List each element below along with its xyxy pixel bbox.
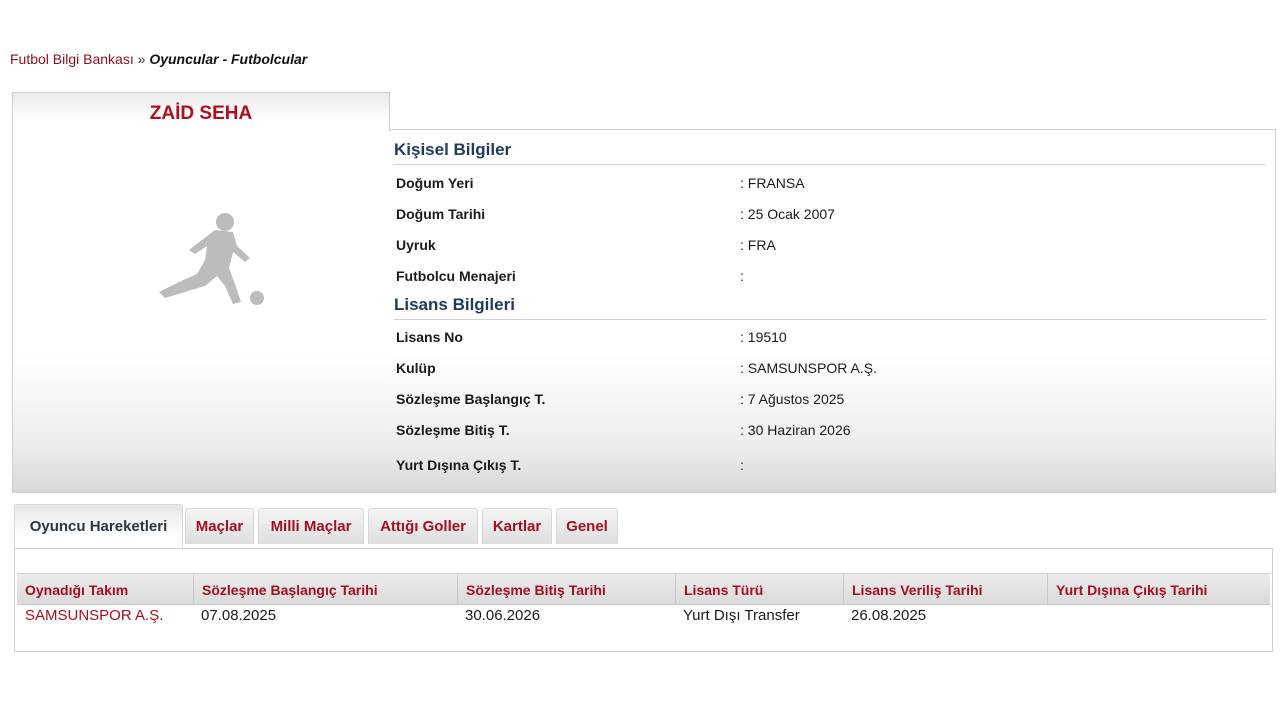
info-row-birthplace: Doğum Yeri : FRANSA: [396, 175, 1266, 195]
info-value: : FRA: [740, 237, 776, 253]
info-value: :: [740, 268, 744, 284]
info-row-contract-end: Sözleşme Bitiş T. : 30 Haziran 2026: [396, 422, 1266, 442]
personal-info-title: Kişisel Bilgiler: [394, 140, 1266, 165]
info-row-birthdate: Doğum Tarihi : 25 Ocak 2007: [396, 206, 1266, 226]
tab-matches[interactable]: Maçlar: [185, 508, 254, 544]
breadcrumb-separator: »: [137, 51, 146, 67]
info-value: : FRANSA: [740, 175, 805, 191]
player-name: ZAİD SEHA: [149, 103, 253, 124]
info-label: Doğum Tarihi: [396, 206, 486, 222]
info-label: Sözleşme Başlangıç T.: [396, 391, 546, 407]
info-label: Futbolcu Menajeri: [396, 268, 516, 284]
player-silhouette-icon: [159, 213, 264, 305]
breadcrumb: Futbol Bilgi Bankası » Oyuncular - Futbo…: [10, 51, 307, 67]
info-row-nationality: Uyruk : FRA: [396, 237, 1266, 257]
table-cell: Yurt Dışı Transfer: [683, 607, 800, 624]
table-row: SAMSUNSPOR A.Ş. 07.08.2025 30.06.2026 Yu…: [17, 607, 1270, 631]
info-label: Kulüp: [396, 360, 436, 376]
info-value: : 30 Haziran 2026: [740, 422, 851, 438]
breadcrumb-root-link[interactable]: Futbol Bilgi Bankası: [10, 51, 134, 67]
info-row-abroad-exit: Yurt Dışına Çıkış T. :: [396, 457, 1266, 477]
tab-player-movements[interactable]: Oyuncu Hareketleri: [14, 504, 183, 549]
player-name-tab: ZAİD SEHA: [12, 92, 390, 131]
tab-goals[interactable]: Attığı Goller: [368, 508, 478, 544]
tab-cards[interactable]: Kartlar: [482, 508, 552, 544]
info-value: :: [740, 457, 744, 473]
info-value: : 19510: [740, 329, 787, 345]
info-value: : SAMSUNSPOR A.Ş.: [740, 360, 877, 376]
info-value: : 25 Ocak 2007: [740, 206, 835, 222]
column-header: Sözleşme Bitiş Tarihi: [457, 574, 675, 604]
breadcrumb-current: Oyuncular - Futbolcular: [149, 51, 308, 67]
info-label: Sözleşme Bitiş T.: [396, 422, 510, 438]
info-row-license-no: Lisans No : 19510: [396, 329, 1266, 349]
table-header: Oynadığı Takım Sözleşme Başlangıç Tarihi…: [17, 573, 1270, 605]
player-photo-panel: [13, 130, 388, 490]
table-cell: 26.08.2025: [851, 607, 927, 624]
name-tab-joint: [13, 128, 388, 132]
player-card: ZAİD SEHA Kişisel Bilgiler Doğum Yeri : …: [12, 92, 1276, 493]
info-row-contract-start: Sözleşme Başlangıç T. : 7 Ağustos 2025: [396, 391, 1266, 411]
info-value: : 7 Ağustos 2025: [740, 391, 845, 407]
movements-table: Oynadığı Takım Sözleşme Başlangıç Tarihi…: [14, 548, 1273, 652]
tab-national-matches[interactable]: Milli Maçlar: [258, 508, 364, 544]
column-header: Lisans Türü: [675, 574, 843, 604]
tab-general[interactable]: Genel: [556, 508, 618, 544]
column-header: Oynadığı Takım: [25, 582, 129, 598]
license-info-title: Lisans Bilgileri: [394, 295, 1266, 320]
info-label: Lisans No: [396, 329, 463, 345]
column-header: Lisans Veriliş Tarihi: [843, 574, 1047, 604]
column-header: Yurt Dışına Çıkış Tarihi: [1047, 574, 1270, 604]
info-row-club: Kulüp : SAMSUNSPOR A.Ş.: [396, 360, 1266, 380]
column-header: Sözleşme Başlangıç Tarihi: [193, 574, 457, 604]
info-label: Doğum Yeri: [396, 175, 474, 191]
info-label: Uyruk: [396, 237, 436, 253]
info-row-agent: Futbolcu Menajeri :: [396, 268, 1266, 288]
table-cell-team[interactable]: SAMSUNSPOR A.Ş.: [17, 607, 163, 624]
info-label: Yurt Dışına Çıkış T.: [396, 457, 522, 473]
table-cell: 30.06.2026: [465, 607, 541, 624]
table-cell: 07.08.2025: [201, 607, 277, 624]
